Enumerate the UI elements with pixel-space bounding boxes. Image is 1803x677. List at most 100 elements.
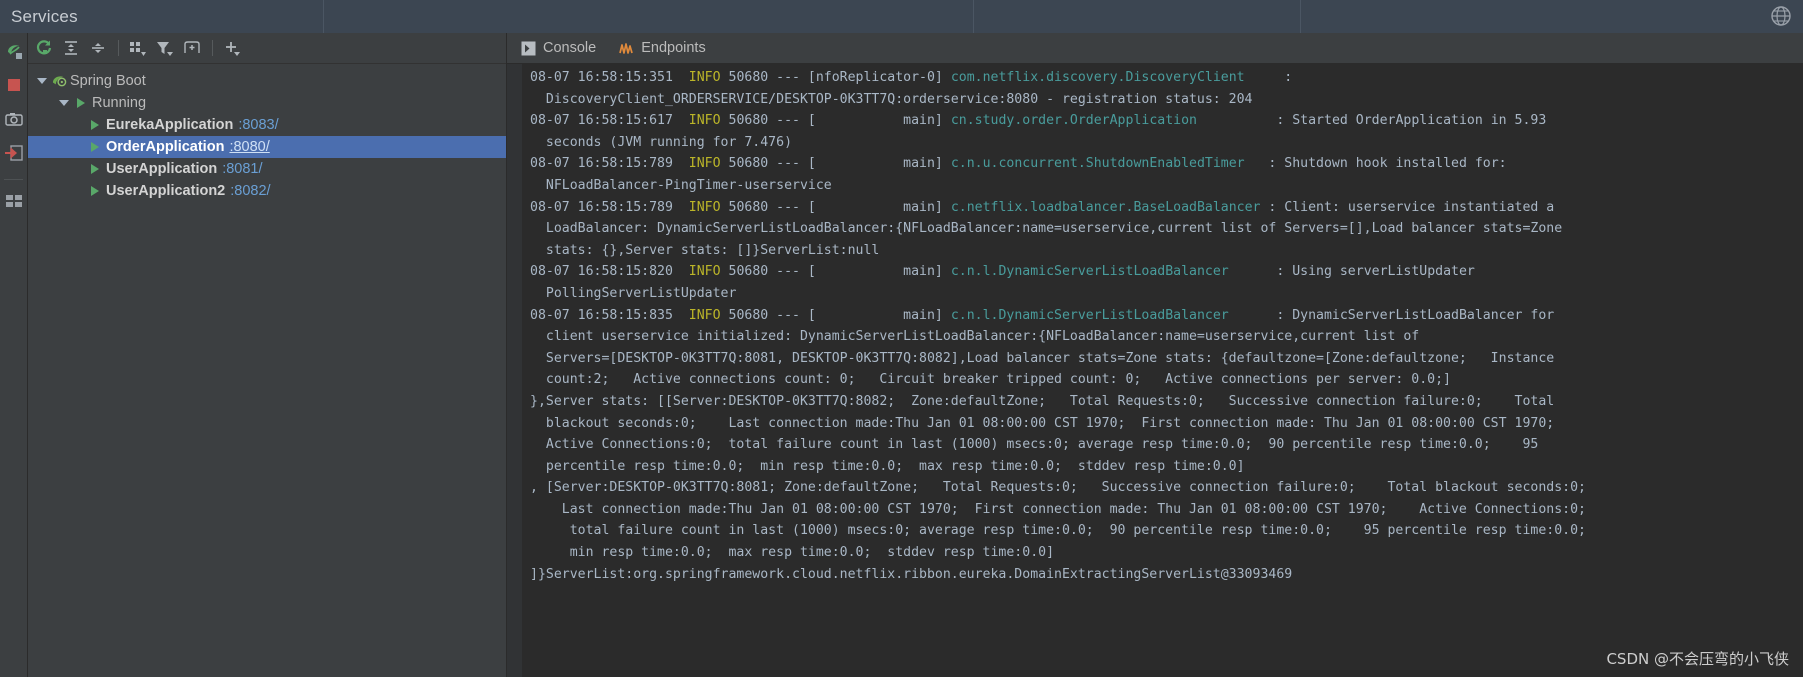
run-icon	[86, 142, 104, 152]
console-line: client userservice initialized: DynamicS…	[530, 326, 1803, 348]
console-log[interactable]: 08-07 16:58:15:351 INFO 50680 --- [ nfoRe…	[522, 64, 1803, 677]
tab-console[interactable]: Console	[521, 40, 596, 56]
service-port[interactable]: :8080/	[229, 139, 269, 155]
chevron-down-icon[interactable]	[34, 73, 50, 89]
tree-item-eurekaapplication[interactable]: EurekaApplication :8083/	[28, 114, 506, 136]
console-token-thread: main]	[816, 308, 951, 323]
title-bar-divider-1	[323, 0, 324, 33]
console-token-time: 08-07 16:58:15:617	[530, 113, 681, 128]
service-port[interactable]: :8081/	[222, 161, 262, 177]
services-tree-panel: Spring Boot Running EurekaApplication :8…	[28, 33, 507, 677]
console-token-msg: seconds (JVM running for 7.476)	[530, 135, 792, 150]
exit-icon[interactable]	[4, 143, 24, 163]
console-token-info: INFO	[681, 70, 721, 85]
console-token-msg: Servers=[DESKTOP-0K3TT7Q:8081, DESKTOP-0…	[530, 351, 1554, 366]
console-token-msg: percentile resp time:0.0; min resp time:…	[530, 459, 1245, 474]
console-line: 08-07 16:58:15:789 INFO 50680 --- [ main…	[530, 197, 1803, 219]
tree-node-spring-boot[interactable]: Spring Boot	[28, 70, 506, 92]
rerun-icon[interactable]	[31, 36, 57, 60]
tab-label: Endpoints	[641, 40, 706, 56]
console-token-msg: LoadBalancer: DynamicServerListLoadBalan…	[530, 221, 1562, 236]
tab-endpoints[interactable]: Endpoints	[618, 40, 706, 56]
service-name: EurekaApplication	[106, 117, 233, 133]
console-token-logger: c.n.l.DynamicServerListLoadBalancer	[951, 308, 1229, 323]
service-name: UserApplication2	[106, 183, 225, 199]
spring-boot-run-icon[interactable]	[4, 41, 24, 61]
console-token-msg: ]}ServerList:org.springframework.cloud.n…	[530, 567, 1292, 582]
console-token-thread: main]	[816, 200, 951, 215]
console-token-thread: main]	[816, 156, 951, 171]
run-icon	[86, 120, 104, 130]
console-token-msg: stats: {},Server stats: []}ServerList:nu…	[530, 243, 879, 258]
service-port[interactable]: :8083/	[238, 117, 278, 133]
console-line: stats: {},Server stats: []}ServerList:nu…	[530, 240, 1803, 262]
console-token-logger: c.n.u.concurrent.ShutdownEnabledTimer	[951, 156, 1245, 171]
console-line: 08-07 16:58:15:789 INFO 50680 --- [ main…	[530, 153, 1803, 175]
expand-all-icon[interactable]	[58, 36, 84, 60]
collapse-all-icon[interactable]	[85, 36, 111, 60]
console-icon	[521, 41, 536, 56]
console-gutter	[507, 64, 522, 677]
main-split: Spring Boot Running EurekaApplication :8…	[0, 33, 1803, 677]
console-token-msg: : Shutdown hook installed for:	[1245, 156, 1507, 171]
globe-icon[interactable]	[1769, 4, 1793, 28]
window-title: Services	[0, 7, 78, 27]
console-line: 08-07 16:58:15:835 INFO 50680 --- [ main…	[530, 305, 1803, 327]
console-token-msg: blackout seconds:0; Last connection made…	[530, 416, 1554, 431]
console-token-thread: nfoReplicator-0]	[816, 70, 951, 85]
console-token-time: 08-07 16:58:15:789	[530, 200, 681, 215]
console-token-thread: main]	[816, 264, 951, 279]
console-token-msg: client userservice initialized: DynamicS…	[530, 329, 1419, 344]
add-icon[interactable]	[219, 36, 245, 60]
service-port[interactable]: :8082/	[230, 183, 270, 199]
console-token-time: 08-07 16:58:15:351	[530, 70, 681, 85]
services-toolbar	[28, 33, 506, 64]
tree-item-orderapplication[interactable]: OrderApplication :8080/	[28, 136, 506, 158]
run-icon	[86, 164, 104, 174]
console-line: 08-07 16:58:15:351 INFO 50680 --- [nfoRe…	[530, 67, 1803, 89]
chevron-down-icon[interactable]	[56, 95, 72, 111]
console-line: count:2; Active connections count: 0; Ci…	[530, 369, 1803, 391]
tree-item-userapplication2[interactable]: UserApplication2 :8082/	[28, 180, 506, 202]
console-token-time: 08-07 16:58:15:820	[530, 264, 681, 279]
console-line: min resp time:0.0; max resp time:0.0; st…	[530, 542, 1803, 564]
console-token-msg: },Server stats: [[Server:DESKTOP-0K3TT7Q…	[530, 394, 1554, 409]
console-line: LoadBalancer: DynamicServerListLoadBalan…	[530, 218, 1803, 240]
console-line: PollingServerListUpdater	[530, 283, 1803, 305]
services-action-rail	[0, 33, 28, 677]
console-line: Active Connections:0; total failure coun…	[530, 434, 1803, 456]
console-token-info: INFO	[681, 308, 721, 323]
console-line: blackout seconds:0; Last connection made…	[530, 413, 1803, 435]
console-token-pid: 50680 --- [	[721, 156, 816, 171]
console-token-time: 08-07 16:58:15:835	[530, 308, 681, 323]
console-tabbar: Console Endpoints	[507, 33, 1803, 64]
console-panel: Console Endpoints 08-07 16:58:15:351 INF…	[507, 33, 1803, 677]
console-token-msg: Last connection made:Thu Jan 01 08:00:00…	[530, 502, 1586, 517]
camera-icon[interactable]	[4, 109, 24, 129]
stop-icon[interactable]	[4, 75, 24, 95]
console-line: , [Server:DESKTOP-0K3TT7Q:8081; Zone:def…	[530, 477, 1803, 499]
group-by-icon[interactable]	[125, 36, 151, 60]
console-token-time: 08-07 16:58:15:789	[530, 156, 681, 171]
tree-node-running[interactable]: Running	[28, 92, 506, 114]
console-token-logger: cn.study.order.OrderApplication	[951, 113, 1197, 128]
toolbar-divider-2	[212, 40, 213, 56]
services-tree: Spring Boot Running EurekaApplication :8…	[28, 64, 506, 677]
console-token-msg: : Started OrderApplication in 5.93	[1197, 113, 1546, 128]
filter-icon[interactable]	[152, 36, 178, 60]
console-token-pid: 50680 --- [	[721, 200, 816, 215]
console-token-logger: c.n.l.DynamicServerListLoadBalancer	[951, 264, 1229, 279]
endpoints-icon	[618, 41, 634, 56]
dashboard-icon[interactable]	[4, 192, 24, 212]
tree-node-label: Spring Boot	[70, 73, 146, 89]
console-line: 08-07 16:58:15:820 INFO 50680 --- [ main…	[530, 261, 1803, 283]
toolbar-divider-1	[118, 40, 119, 56]
show-configurations-icon[interactable]	[179, 36, 205, 60]
console-line: seconds (JVM running for 7.476)	[530, 132, 1803, 154]
console-line: DiscoveryClient_ORDERSERVICE/DESKTOP-0K3…	[530, 89, 1803, 111]
console-token-msg: , [Server:DESKTOP-0K3TT7Q:8081; Zone:def…	[530, 480, 1586, 495]
console-token-msg: total failure count in last (1000) msecs…	[530, 523, 1586, 538]
tree-item-userapplication[interactable]: UserApplication :8081/	[28, 158, 506, 180]
console-token-msg: count:2; Active connections count: 0; Ci…	[530, 372, 1451, 387]
console-line: 08-07 16:58:15:617 INFO 50680 --- [ main…	[530, 110, 1803, 132]
